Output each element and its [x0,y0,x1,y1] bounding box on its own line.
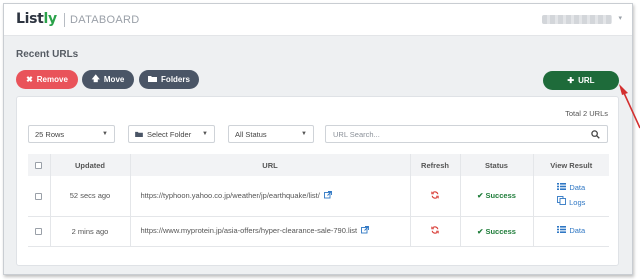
rows-select-value: 25 Rows [35,129,65,139]
table-row: 52 secs ago https://typhoon.yahoo.co.jp/… [28,176,609,216]
column-header-view-result: View Result [550,160,593,170]
caret-down-icon: ▼ [301,131,307,137]
external-link-icon[interactable] [323,190,332,201]
view-data-label: Data [569,226,586,235]
top-bar: Listly DATABOARD ▾ [4,4,632,36]
search-icon[interactable] [583,126,607,142]
row-checkbox[interactable] [28,176,51,216]
external-link-icon[interactable] [361,226,370,236]
urls-table: Updated URL Refresh Status View Result 5… [28,154,609,247]
add-url-button-label: URL [578,76,595,85]
move-button[interactable]: 🡅 Move [82,70,134,89]
view-data-link[interactable]: Data [534,225,610,237]
view-result-cell: Data Logs [533,176,609,216]
status-cell: ✔ Success [460,176,534,216]
view-result-cell: Data [533,216,609,246]
remove-button-label: Remove [36,75,68,84]
folder-select[interactable]: Select Folder ▼ [128,125,215,143]
table-header-row: Updated URL Refresh Status View Result [28,154,609,176]
row-checkbox[interactable] [28,216,51,246]
url-search [325,125,608,143]
url-link[interactable]: https://www.myprotein.jp/asia-offers/hyp… [141,226,358,235]
folder-select-value: Select Folder [147,129,192,139]
url-cell: https://www.myprotein.jp/asia-offers/hyp… [130,216,411,246]
view-logs-label: Logs [569,197,586,207]
status-select[interactable]: All Status ▼ [228,125,314,143]
column-header-refresh: Refresh [410,154,461,176]
view-logs-link[interactable]: Logs [557,196,585,209]
urls-panel: Total 2 URLs 25 Rows ▼ Select Folder ▼ A… [16,96,619,266]
column-header-status: Status [460,154,534,176]
app-name: DATABOARD [70,14,140,26]
select-all-checkbox[interactable] [28,154,51,176]
page-title: Recent URLs [16,49,79,60]
folder-icon [135,130,143,139]
view-data-link[interactable]: Data [557,182,585,194]
view-data-label: Data [569,183,586,193]
times-icon: ✖ [26,75,33,84]
check-icon: ✔ [477,226,484,236]
updated-cell: 2 mins ago [50,216,131,246]
caret-down-icon: ▼ [202,131,208,137]
logo-text: List [16,11,44,27]
copy-icon [557,196,567,209]
add-url-button[interactable]: ✚ URL [543,71,619,90]
logo-accent: ly [43,11,58,27]
folders-button[interactable]: Folders [139,70,199,89]
total-count: Total 2 URLs [565,109,608,118]
table-row: 2 mins ago https://www.myprotein.jp/asia… [28,216,609,246]
refresh-icon[interactable] [410,216,461,246]
account-menu[interactable] [542,15,612,24]
status-badge: Success [485,226,516,236]
check-icon: ✔ [477,191,484,201]
column-header-url: URL [130,154,411,176]
url-link[interactable]: https://typhoon.yahoo.co.jp/weather/jp/e… [141,191,320,200]
logo[interactable]: Listly [16,11,57,27]
remove-button[interactable]: ✖ Remove [16,70,78,89]
caret-down-icon: ▼ [102,131,108,137]
logo-divider [64,13,65,27]
status-cell: ✔ Success [460,216,534,246]
refresh-icon[interactable] [410,176,461,216]
rows-per-page-select[interactable]: 25 Rows ▼ [28,125,115,143]
app-window: Listly DATABOARD ▾ Recent URLs ✖ Remove … [3,3,633,275]
arrow-up-icon: 🡅 [91,73,100,83]
updated-cell: 52 secs ago [50,176,131,216]
folders-button-label: Folders [161,75,190,84]
folder-icon [148,75,158,84]
status-select-value: All Status [235,129,267,139]
url-search-input[interactable] [326,126,581,142]
list-icon [557,182,567,194]
chevron-down-icon[interactable]: ▾ [618,14,622,22]
move-button-label: Move [103,75,125,84]
plus-icon: ✚ [567,76,575,85]
url-cell: https://typhoon.yahoo.co.jp/weather/jp/e… [130,176,411,216]
status-badge: Success [485,191,516,201]
list-icon [557,225,567,237]
column-header-updated: Updated [50,154,131,176]
